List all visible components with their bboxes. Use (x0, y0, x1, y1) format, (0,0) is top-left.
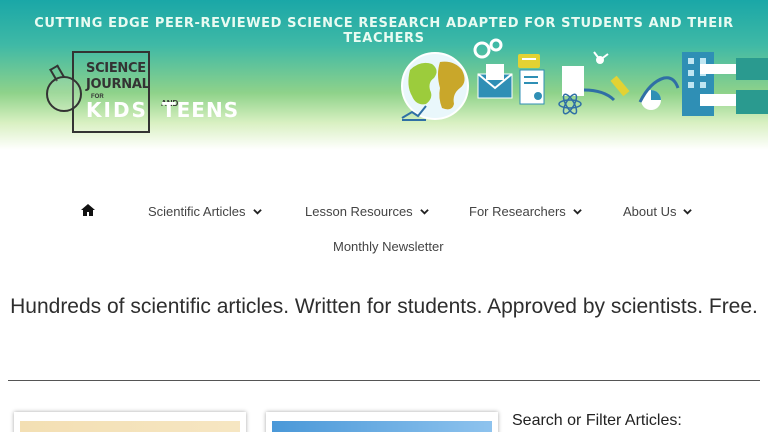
nav-item-scientific-articles[interactable]: Scientific Articles (148, 200, 262, 222)
nav-item-for-researchers[interactable]: For Researchers (469, 200, 582, 222)
nav-item-label: About Us (623, 203, 677, 219)
chat-icon (518, 54, 540, 68)
main-nav: Scientific Articles Lesson Resources For… (0, 200, 768, 260)
chevron-down-icon (252, 208, 262, 215)
nav-item-label: Scientific Articles (148, 203, 246, 219)
nav-item-label: Monthly Newsletter (333, 238, 444, 254)
nav-item-label: Lesson Resources (305, 203, 413, 219)
pencil-icon (610, 75, 630, 97)
article-card[interactable] (266, 412, 498, 432)
divider (8, 380, 760, 381)
nav-item-label: For Researchers (469, 203, 566, 219)
gear-icon (473, 38, 503, 59)
molecule-icon (593, 51, 609, 64)
chevron-down-icon (683, 208, 693, 215)
article-card[interactable] (14, 412, 246, 432)
chevron-down-icon (419, 208, 429, 215)
globe-icon (401, 52, 469, 120)
nav-item-lesson-resources[interactable]: Lesson Resources (305, 200, 429, 222)
search-filter-title: Search or Filter Articles: (512, 412, 682, 429)
home-icon[interactable] (80, 202, 96, 218)
science-illustration (401, 38, 768, 121)
header-banner: CUTTING EDGE PEER-REVIEWED SCIENCE RESEA… (0, 0, 768, 150)
chevron-down-icon (573, 208, 582, 215)
article-thumbnail (272, 421, 492, 432)
nav-item-about-us[interactable]: About Us (623, 200, 693, 222)
envelope-icon (477, 64, 513, 99)
server-icon (682, 52, 714, 116)
cable-line (583, 76, 680, 103)
nav-item-monthly-newsletter[interactable]: Monthly Newsletter (333, 235, 444, 257)
article-thumbnail (20, 421, 240, 432)
document-icon (519, 66, 584, 105)
page-headline: Hundreds of scientific articles. Written… (10, 295, 758, 318)
